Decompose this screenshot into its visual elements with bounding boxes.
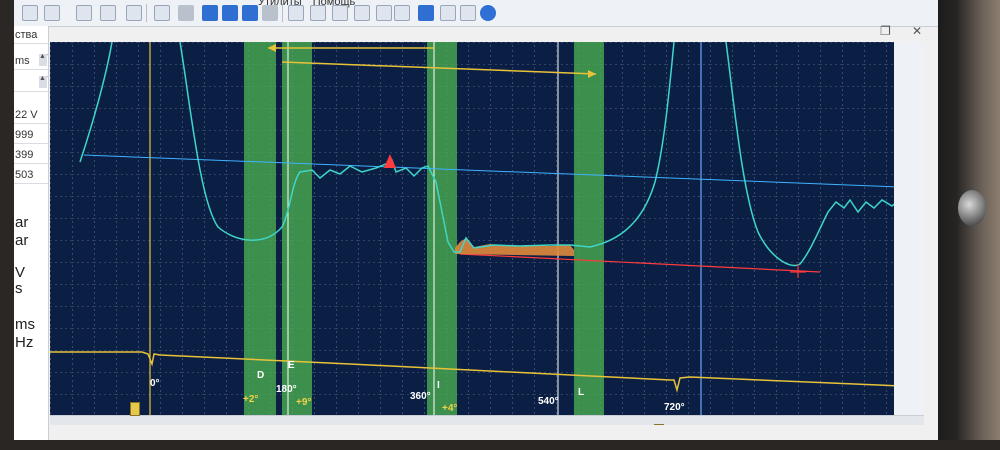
zone-label-l: L [578,387,585,398]
measure-tool-icon[interactable] [44,5,60,21]
cursor-tool-icon[interactable] [22,5,38,21]
plot-grid [50,42,924,415]
side-row-value: 503 [14,166,48,184]
check-icon[interactable] [202,5,218,21]
zone-e [282,42,312,415]
side-row-unit: ar [15,214,29,231]
new-page-icon[interactable] [440,5,456,21]
close-icon[interactable]: ✕ [912,24,922,38]
check-filter-icon[interactable] [242,5,258,21]
side-row-unit: ar [15,232,29,249]
zone-label-d: D [257,370,265,381]
side-row-unit: ms [15,316,35,333]
side-row-unit: s [15,280,23,297]
screen-bezel-left [0,0,14,450]
plot-canvas [50,42,924,415]
zoom-region-icon[interactable] [288,5,304,21]
close-page-icon[interactable] [460,5,476,21]
side-row-value: 999 [14,126,48,144]
side-row-properties: ства [14,26,48,44]
side-row-voltage: 22 V [14,106,48,124]
undo-icon[interactable] [126,5,142,21]
display-mode-icon[interactable] [418,5,434,21]
laptop-hinge-screw [958,190,986,226]
vertical-scroll-area[interactable] [894,42,924,415]
measurements-side-panel: ства ms▲▼ ▲▼ 22 V 999 399 503 ar ar V s … [14,26,49,442]
toolbar-separator [146,4,147,22]
angle-label-360: 360° [410,391,431,402]
angle-label-720: 720° [664,402,685,413]
wave-alt-tool-icon[interactable] [100,5,116,21]
offset-label-e: +9° [296,397,312,408]
toolbar: Утилиты Помощь ❐ ✕ [14,0,938,38]
angle-label-0: 0° [150,378,160,389]
angle-label-180: 180° [276,384,297,395]
step-back-icon[interactable] [394,5,410,21]
zone-label-e: E [288,360,295,371]
spin-arrows-icon[interactable]: ▲▼ [39,53,48,66]
offset-label-i: +4° [442,403,458,414]
page-icon[interactable] [262,5,278,21]
oscilloscope-window: Утилиты Помощь ❐ ✕ ства ms▲▼ ▲▼ 22 V 99 [14,0,938,442]
side-row-timebase[interactable]: ms▲▼ [14,52,48,70]
play-icon[interactable] [354,5,370,21]
offset-label-d: +2° [243,394,259,405]
zoom-fit-icon[interactable] [332,5,348,21]
toolbar-separator [282,4,283,22]
oscilloscope-plot[interactable]: D E I L 0° 180° 360° 540° 720° +2° +9° +… [50,42,924,415]
delete-icon[interactable] [178,5,194,21]
side-row-value: 399 [14,146,48,164]
step-icon[interactable] [376,5,392,21]
angle-label-540: 540° [538,396,559,407]
zone-i [427,42,457,415]
wave-tool-icon[interactable] [76,5,92,21]
zone-l [574,42,604,415]
screen-capture-icon[interactable] [154,5,170,21]
help-icon[interactable] [480,5,496,21]
zoom-icon[interactable] [310,5,326,21]
check-all-icon[interactable] [222,5,238,21]
restore-icon[interactable]: ❐ [880,24,891,38]
spin-arrows-icon[interactable]: ▲▼ [39,75,48,88]
cursor-handle-0[interactable] [130,402,140,416]
side-row-unit: Hz [15,334,34,351]
side-row-field[interactable]: ▲▼ [14,74,48,92]
zone-label-i: I [437,380,440,391]
screen-bezel-bottom [0,440,1000,450]
